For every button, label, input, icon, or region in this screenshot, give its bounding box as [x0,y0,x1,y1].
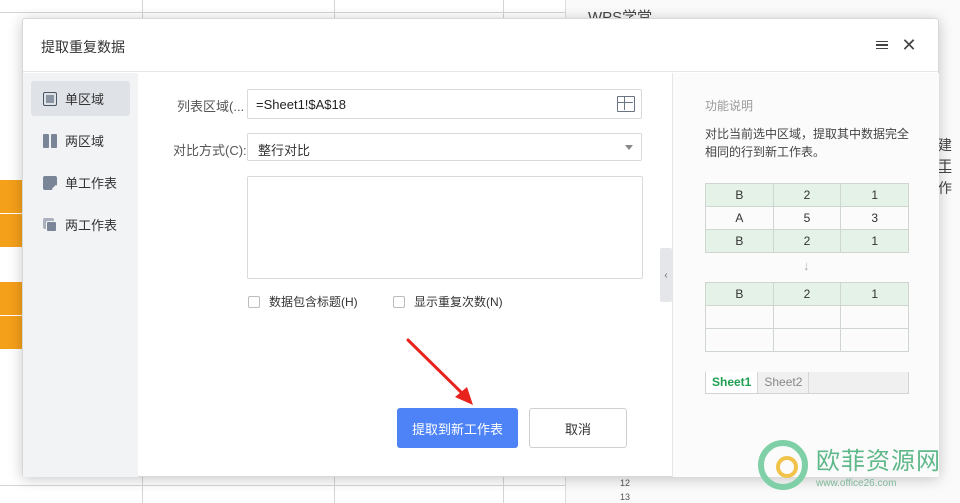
table-cell: B [705,282,774,306]
sheet-tab: Sheet1 [706,372,759,393]
table-cell [705,328,774,352]
compare-label: 对比方式(C): [173,143,247,158]
example-sheet-tabs: Sheet1 Sheet2 [705,372,909,394]
table-cell: 2 [772,183,842,207]
help-description: 对比当前选中区域，提取其中数据完全相同的行到新工作表。 [705,127,910,159]
range-label: 列表区域(... [177,99,245,114]
extract-to-new-sheet-button[interactable]: 提取到新工作表 [397,408,518,448]
chevron-down-icon [625,145,633,150]
range-input[interactable]: =Sheet1!$A$18 [247,89,642,119]
extract-duplicates-dialog: 提取重复数据 ✕ 单区域 两区域 单工作表 两工作表 列表区域(... =She… [22,18,939,477]
two-sheets-icon [43,217,57,232]
range-value: =Sheet1!$A$18 [256,97,346,112]
table-row [705,305,909,329]
table-cell: A [705,206,774,230]
table-row [705,328,909,352]
highlighted-cell [0,214,22,247]
table-row: A 5 3 [705,206,909,230]
highlighted-cell [0,316,22,349]
background-panel-text: 工作 [938,160,952,196]
red-annotation-arrow-icon [406,338,473,405]
table-cell [840,328,909,352]
grid-line [0,485,565,486]
sidebar-item-two-ranges[interactable]: 两区域 [31,123,130,158]
grid-line [0,12,565,13]
two-ranges-icon [43,133,57,148]
sidebar-item-label: 两工作表 [65,218,118,233]
sidebar-item-two-sheets[interactable]: 两工作表 [31,207,130,242]
sidebar-item-label: 单工作表 [65,176,118,191]
sidebar-item-single-sheet[interactable]: 单工作表 [31,165,130,200]
watermark-logo-icon [758,440,808,490]
close-icon[interactable]: ✕ [898,34,920,56]
example-table-after: B 2 1 [705,282,909,352]
highlighted-cell [0,282,22,315]
checkbox-icon[interactable] [393,295,405,308]
preview-area[interactable] [247,176,643,279]
table-cell: 2 [772,229,842,253]
table-cell: B [705,183,774,207]
row-number: 13 [620,492,631,502]
table-cell: 3 [840,206,909,230]
cancel-button[interactable]: 取消 [529,408,627,448]
row-number: 12 [620,478,631,488]
menu-icon[interactable] [871,34,893,56]
table-cell [705,305,774,329]
help-title: 功能说明 [705,99,754,113]
dialog-header: 提取重复数据 ✕ [23,19,938,72]
mode-sidebar: 单区域 两区域 单工作表 两工作表 [23,73,138,477]
table-cell [772,305,842,329]
sidebar-item-single-range[interactable]: 单区域 [31,81,130,116]
table-row: B 2 1 [705,183,909,207]
compare-mode-value: 整行对比 [258,143,311,158]
sheet-tab: Sheet2 [758,372,810,393]
sidebar-item-label: 两区域 [65,134,105,149]
checkbox-icon[interactable] [248,295,260,308]
single-sheet-icon [43,175,57,190]
table-cell: 1 [840,282,909,306]
table-cell: 1 [840,183,909,207]
header-checkbox[interactable]: 数据包含标题(H) [248,293,358,310]
table-cell: 2 [772,282,842,306]
checkbox-label: 显示重复次数(N) [414,295,503,309]
dialog-title: 提取重复数据 [41,39,125,55]
table-cell: 5 [772,206,842,230]
single-range-icon [43,91,57,106]
collapse-help-icon[interactable]: ‹ [660,248,672,302]
watermark: 欧菲资源网 www.office26.com [758,440,941,490]
select-range-icon[interactable] [617,96,635,112]
highlighted-cell [0,180,22,213]
sidebar-item-label: 单区域 [65,92,105,107]
table-cell: 1 [840,229,909,253]
down-arrow-icon: ↓ [803,258,810,273]
count-checkbox[interactable]: 显示重复次数(N) [393,293,503,310]
table-row: B 2 1 [705,282,909,306]
watermark-text: 欧菲资源网 [816,448,941,475]
checkbox-label: 数据包含标题(H) [269,295,358,309]
table-cell [840,305,909,329]
table-row: B 2 1 [705,229,909,253]
help-panel: 功能说明 对比当前选中区域，提取其中数据完全相同的行到新工作表。 B 2 1 A… [672,73,939,477]
example-table-before: B 2 1 A 5 3 B 2 1 [705,183,909,253]
watermark-url: www.office26.com [816,478,897,489]
table-cell: B [705,229,774,253]
table-cell [772,328,842,352]
compare-mode-select[interactable]: 整行对比 [247,133,642,161]
